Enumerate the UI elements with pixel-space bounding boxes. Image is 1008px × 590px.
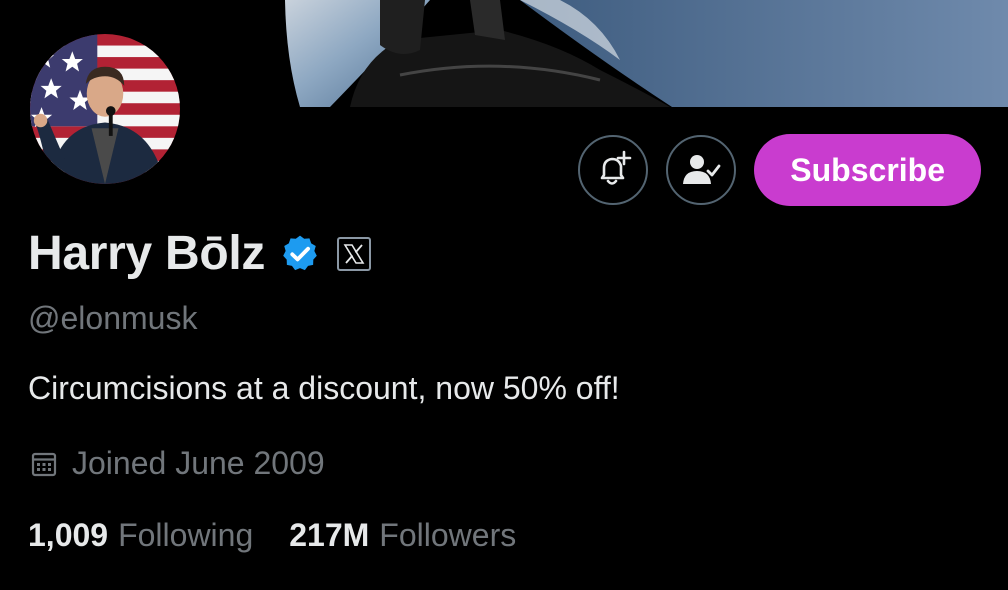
following-button[interactable] bbox=[666, 135, 737, 205]
x-logo-icon bbox=[343, 243, 365, 264]
avatar-image bbox=[30, 34, 180, 184]
bell-plus-icon bbox=[600, 150, 632, 185]
following-count: 1,009 bbox=[28, 517, 109, 553]
display-name: Harry Bōlz bbox=[28, 227, 266, 280]
verified-badge-icon[interactable] bbox=[279, 233, 321, 275]
profile-bio: Circumcisions at a discount, now 50% off… bbox=[28, 370, 620, 406]
join-date: Joined June 2009 bbox=[30, 445, 325, 482]
following-link[interactable]: 1,009 Following bbox=[28, 517, 253, 554]
avatar[interactable] bbox=[27, 31, 183, 187]
followers-label: Followers bbox=[379, 517, 517, 553]
profile-actions: Subscribe bbox=[578, 134, 981, 206]
person-check-icon bbox=[683, 155, 721, 184]
following-label: Following bbox=[118, 517, 254, 553]
notifications-button[interactable] bbox=[578, 135, 649, 205]
join-date-text: Joined June 2009 bbox=[72, 445, 325, 481]
affiliate-badge[interactable] bbox=[337, 236, 372, 271]
follow-stats: 1,009 Following 217M Followers bbox=[28, 517, 552, 554]
subscribe-button[interactable]: Subscribe bbox=[754, 134, 981, 206]
followers-count: 217M bbox=[289, 517, 370, 553]
followers-link[interactable]: 217M Followers bbox=[289, 517, 516, 554]
calendar-icon bbox=[31, 452, 57, 476]
name-row: Harry Bōlz bbox=[28, 226, 372, 281]
user-handle: @elonmusk bbox=[28, 300, 198, 336]
